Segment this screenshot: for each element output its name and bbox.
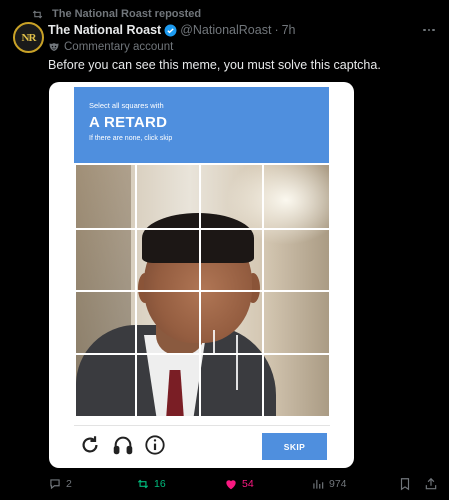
author-name[interactable]: The National Roast	[48, 23, 161, 37]
refresh-icon[interactable]	[79, 434, 101, 456]
repost-indicator[interactable]: The National Roast reposted	[31, 7, 201, 21]
repost-small-icon	[32, 9, 43, 19]
repost-count: 16	[154, 478, 166, 490]
heart-icon	[226, 480, 236, 490]
bookmark-icon[interactable]	[398, 474, 416, 494]
captcha-banner: Select all squares with A RETARD If ther…	[74, 87, 329, 163]
tweet-text: Before you can see this meme, you must s…	[48, 58, 381, 72]
post-time[interactable]: 7h	[282, 23, 296, 37]
captcha-instruction: Select all squares with	[89, 101, 164, 110]
headphones-icon[interactable]	[112, 434, 134, 456]
reply-count: 2	[66, 478, 72, 490]
verified-badge-icon	[164, 24, 177, 36]
like-count: 54	[242, 478, 254, 490]
skip-button[interactable]: SKIP	[262, 433, 327, 460]
separator-dot: ·	[274, 23, 279, 37]
photo-drool-1	[213, 330, 215, 355]
photo-drool-2	[236, 335, 238, 390]
captcha-image-grid[interactable]	[76, 165, 329, 416]
views-button[interactable]: 974	[311, 474, 347, 494]
account-label-text: Commentary account	[64, 41, 174, 53]
like-button[interactable]: 54	[224, 474, 254, 494]
commentary-mask-icon	[49, 43, 59, 51]
share-icon[interactable]	[424, 474, 442, 494]
more-options-icon[interactable]	[421, 23, 437, 37]
reply-button[interactable]: 2	[48, 474, 72, 494]
grid-line-h2	[76, 290, 329, 292]
views-chart-icon	[313, 479, 324, 489]
reply-icon	[50, 479, 60, 490]
repost-button[interactable]: 16	[136, 474, 166, 494]
repost-icon	[137, 479, 149, 489]
repost-indicator-text: The National Roast reposted	[52, 8, 202, 20]
avatar[interactable]: NR	[13, 22, 44, 53]
author-handle[interactable]: @NationalRoast	[180, 23, 271, 37]
captcha-divider	[74, 425, 330, 426]
captcha-target: A RETARD	[89, 114, 168, 131]
info-icon[interactable]	[144, 434, 166, 456]
photo-hair	[142, 213, 254, 263]
avatar-logo-text: NR	[21, 31, 37, 44]
tweet-media[interactable]: Select all squares with A RETARD If ther…	[49, 82, 354, 468]
tweet-header: The National Roast @NationalRoast · 7h	[48, 21, 439, 39]
views-count: 974	[329, 478, 347, 490]
account-label[interactable]: Commentary account	[48, 39, 173, 55]
captcha-hint: If there are none, click skip	[89, 135, 173, 142]
grid-line-h1	[76, 228, 329, 230]
grid-line-h3	[76, 353, 329, 355]
action-bar: 2 16 54 974	[0, 474, 449, 494]
